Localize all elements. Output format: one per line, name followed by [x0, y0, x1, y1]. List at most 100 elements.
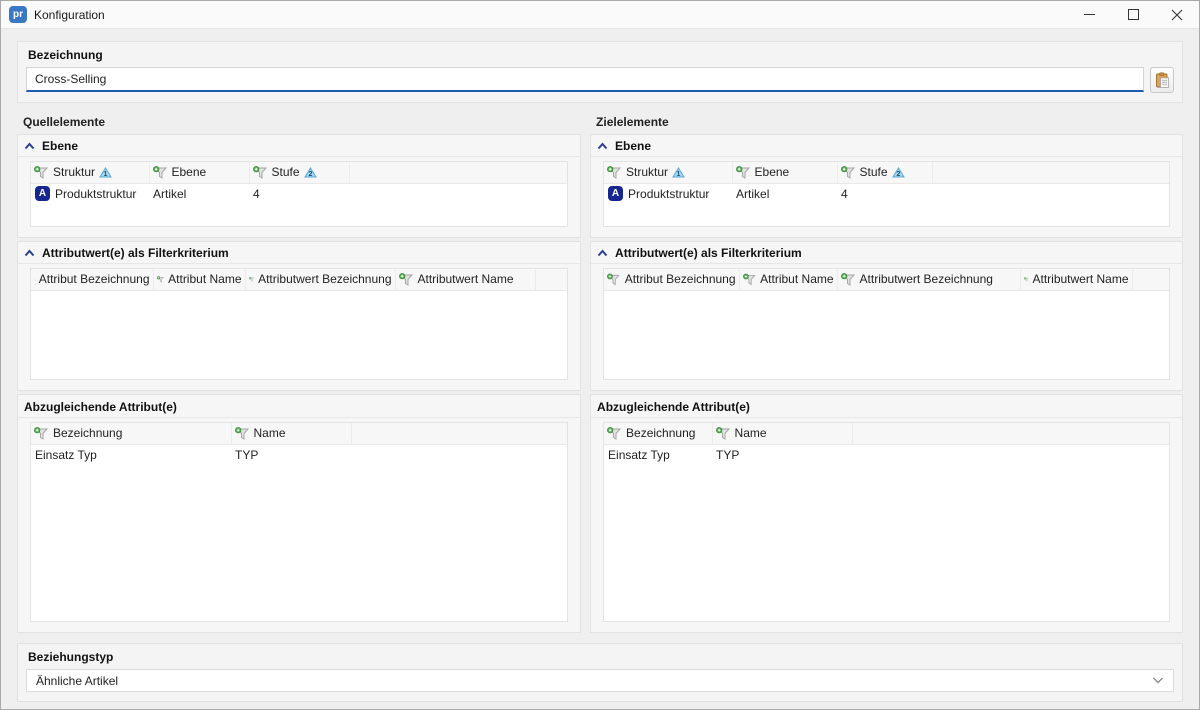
structure-type-icon: A	[608, 186, 623, 201]
table-row[interactable]: Einsatz Typ TYP	[604, 444, 1169, 465]
filter-funnel-icon	[253, 166, 268, 179]
source-filter-section-header[interactable]: Attributwert(e) als Filterkriterium	[18, 242, 580, 264]
cell-bezeichnung: Einsatz Typ	[31, 444, 231, 465]
cell-stufe: 4	[837, 183, 932, 204]
filter-funnel-icon	[607, 427, 622, 440]
source-filter-table: Attribut Bezeichnung Attribut Name Attri…	[30, 268, 568, 380]
target-filter-section-header[interactable]: Attributwert(e) als Filterkriterium	[591, 242, 1182, 264]
cell-empty	[932, 183, 1169, 204]
column-header-empty	[1132, 269, 1169, 290]
source-ebene-table: Struktur 1 Ebene Stufe 2	[30, 161, 568, 227]
target-filter-table: Attribut Bezeichnung Attribut Name Attri…	[603, 268, 1170, 380]
column-header-bezeichnung[interactable]: Bezeichnung	[604, 423, 712, 444]
sort-order-icon: 1	[99, 167, 112, 178]
target-filter-panel: Attributwert(e) als Filterkriterium Attr…	[590, 241, 1183, 391]
filter-funnel-icon	[157, 273, 165, 286]
column-header-attributwert-name[interactable]: Attributwert Name	[1020, 269, 1132, 290]
column-header-stufe[interactable]: Stufe 2	[249, 162, 349, 183]
bezeichnung-label: Bezeichnung	[28, 48, 1174, 62]
structure-type-icon: A	[35, 186, 50, 201]
column-header-attribut-bezeichnung[interactable]: Attribut Bezeichnung	[604, 269, 739, 290]
beziehungstyp-label: Beziehungstyp	[28, 650, 1174, 664]
target-attributes-panel: Abzugleichende Attribut(e) Bezeichnung N…	[590, 394, 1183, 633]
cell-stufe: 4	[249, 183, 349, 204]
chevron-up-icon	[597, 142, 608, 150]
section-label: Ebene	[42, 139, 78, 153]
column-header-empty	[535, 269, 567, 290]
source-attributes-panel: Abzugleichende Attribut(e) Bezeichnung N…	[17, 394, 581, 633]
app-icon: pr	[9, 6, 27, 23]
beziehungstyp-dropdown[interactable]: Ähnliche Artikel	[26, 669, 1174, 692]
chevron-up-icon	[597, 249, 608, 257]
svg-text:1: 1	[677, 171, 681, 178]
table-row[interactable]: Einsatz Typ TYP	[31, 444, 567, 465]
cell-struktur: A Produktstruktur	[31, 183, 149, 204]
source-attributes-label: Abzugleichende Attribut(e)	[18, 395, 580, 418]
column-header-name[interactable]: Name	[712, 423, 852, 444]
table-row[interactable]: A Produktstruktur Artikel 4	[604, 183, 1169, 204]
filter-funnel-icon	[1024, 273, 1029, 286]
sort-order-icon: 2	[304, 167, 317, 178]
column-header-attribut-bezeichnung[interactable]: Attribut Bezeichnung	[31, 269, 153, 290]
column-header-ebene[interactable]: Ebene	[732, 162, 837, 183]
filter-funnel-icon	[841, 166, 856, 179]
source-column-title: Quellelemente	[23, 115, 581, 129]
column-header-attributwert-bezeichnung[interactable]: Attributwert Bezeichnung	[245, 269, 395, 290]
column-header-bezeichnung[interactable]: Bezeichnung	[31, 423, 231, 444]
column-header-empty	[932, 162, 1169, 183]
column-header-struktur[interactable]: Struktur 1	[604, 162, 732, 183]
paste-button[interactable]	[1150, 67, 1174, 93]
target-column: Zielelemente Ebene Struktur 1	[590, 113, 1183, 636]
filter-funnel-icon	[399, 273, 414, 286]
section-label: Ebene	[615, 139, 651, 153]
filter-funnel-icon	[607, 273, 621, 286]
table-row[interactable]: A Produktstruktur Artikel 4	[31, 183, 567, 204]
sort-order-icon: 2	[892, 167, 905, 178]
filter-funnel-icon	[743, 273, 757, 286]
bezeichnung-group: Bezeichnung	[17, 41, 1183, 103]
close-button[interactable]	[1155, 1, 1199, 28]
column-header-empty	[349, 162, 567, 183]
cell-struktur: A Produktstruktur	[604, 183, 732, 204]
cell-ebene: Artikel	[149, 183, 249, 204]
beziehungstyp-selected-value: Ähnliche Artikel	[36, 674, 118, 688]
maximize-button[interactable]	[1111, 1, 1155, 28]
column-header-ebene[interactable]: Ebene	[149, 162, 249, 183]
target-ebene-section-header[interactable]: Ebene	[591, 135, 1182, 157]
source-ebene-panel: Ebene Struktur 1 E	[17, 134, 581, 238]
title-bar: pr Konfiguration	[1, 1, 1199, 29]
column-header-name[interactable]: Name	[231, 423, 351, 444]
column-header-stufe[interactable]: Stufe 2	[837, 162, 932, 183]
column-header-struktur[interactable]: Struktur 1	[31, 162, 149, 183]
filter-funnel-icon	[34, 273, 35, 286]
target-attributes-table: Bezeichnung Name Einsatz Typ TYP	[603, 422, 1170, 622]
cell-bezeichnung: Einsatz Typ	[604, 444, 712, 465]
section-label: Attributwert(e) als Filterkriterium	[615, 246, 802, 260]
column-header-attribut-name[interactable]: Attribut Name	[153, 269, 245, 290]
target-ebene-table: Struktur 1 Ebene Stufe 2	[603, 161, 1170, 227]
column-header-attributwert-bezeichnung[interactable]: Attributwert Bezeichnung	[837, 269, 1020, 290]
target-ebene-panel: Ebene Struktur 1 E	[590, 134, 1183, 238]
source-ebene-section-header[interactable]: Ebene	[18, 135, 580, 157]
cell-ebene: Artikel	[732, 183, 837, 204]
filter-funnel-icon	[34, 427, 49, 440]
column-header-attribut-name[interactable]: Attribut Name	[739, 269, 837, 290]
bezeichnung-input[interactable]	[26, 67, 1144, 92]
beziehungstyp-group: Beziehungstyp Ähnliche Artikel	[17, 643, 1183, 702]
section-label: Attributwert(e) als Filterkriterium	[42, 246, 229, 260]
column-header-empty	[852, 423, 1169, 444]
filter-funnel-icon	[607, 166, 622, 179]
chevron-up-icon	[24, 142, 35, 150]
source-column: Quellelemente Ebene Struktur 1	[17, 113, 581, 636]
svg-text:2: 2	[896, 171, 900, 178]
cell-empty	[852, 444, 1169, 465]
column-header-attributwert-name[interactable]: Attributwert Name	[395, 269, 535, 290]
source-filter-panel: Attributwert(e) als Filterkriterium Attr…	[17, 241, 581, 391]
filter-funnel-icon	[34, 166, 49, 179]
filter-funnel-icon	[841, 273, 856, 286]
close-icon	[1171, 9, 1183, 21]
clipboard-icon	[1154, 72, 1171, 89]
window-title: Konfiguration	[34, 8, 105, 22]
minimize-button[interactable]	[1067, 1, 1111, 28]
chevron-down-icon	[1152, 677, 1164, 684]
